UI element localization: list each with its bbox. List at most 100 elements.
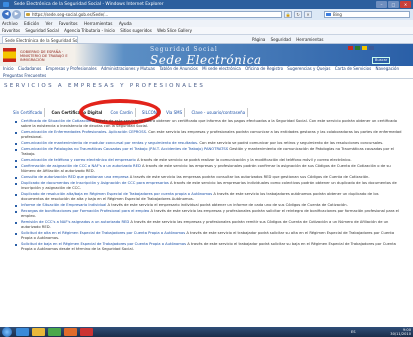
nav-tablon[interactable]: Tablón de Anuncios [159,66,198,71]
safety-menu[interactable]: Seguridad [271,37,291,42]
flag-ca-icon[interactable] [362,46,367,50]
flag-eu-icon[interactable] [355,46,360,50]
menu-item-edicion[interactable]: Edición [24,21,39,26]
favorite-link[interactable]: Seguridad Social [25,28,59,33]
favorites-button[interactable]: Favoritos [2,28,20,33]
service-description: A través de este servicio el empresario … [107,203,348,207]
nav-carta[interactable]: Carta de Servicios [335,66,371,71]
service-link[interactable]: Solicitud de baja en el Régimen Especial… [21,242,186,246]
menu-item-ver[interactable]: Ver [46,21,53,26]
media-taskbar-icon[interactable] [48,328,61,336]
ie-icon [3,2,9,7]
stop-icon[interactable]: ✕ [304,11,312,18]
service-link[interactable]: Solicitud de alta en el Régimen Especial… [21,231,185,235]
nav-faq[interactable]: Preguntas Frecuentes [3,73,46,78]
site-title: Seguridad Social [150,46,218,53]
service-link[interactable]: Duplicado de resolución alta/baja en Rég… [21,192,212,196]
service-link[interactable]: Consulta de autorización RED que gestion… [21,175,129,179]
favorite-link[interactable]: Agencia Tributaria - Inicio [64,28,115,33]
window-controls: – □ ✕ [376,1,411,8]
tab-clave[interactable]: Clave - usuario/contraseña [189,108,249,117]
start-button[interactable] [2,327,12,337]
tab-sin-certificado[interactable]: Sin Certificado [11,108,46,117]
nav-empresas[interactable]: Empresas y Profesionales [46,66,97,71]
menu-bar: Archivo Edición Ver Favoritos Herramient… [0,20,413,27]
back-button[interactable]: ◀ [2,10,11,19]
ie-taskbar-icon[interactable] [16,328,29,336]
service-link[interactable]: Comunicación de mantenimiento de modular… [21,141,198,145]
spain-coat-of-arms-icon [3,48,16,62]
menu-item-archivo[interactable]: Archivo [2,21,18,26]
site-banner: GOBIERNO DE ESPAÑA · MINISTERIO DE TRABA… [0,44,413,66]
service-link[interactable]: Remisión de CCC's a NAF's asignados a un… [21,220,129,224]
nav-sugerencias[interactable]: Sugerencias y Quejas [287,66,330,71]
flag-es-icon[interactable] [348,46,353,50]
favorite-link[interactable]: Web Slice Gallery [157,28,192,33]
service-list: Certificado de Situación de Cotización A… [15,119,402,299]
service-description: A través de este servicio se podrá reali… [136,158,352,162]
menu-item-herramientas[interactable]: Herramientas [84,21,113,26]
refresh-icon[interactable]: ↻ [294,11,302,18]
nav-administraciones[interactable]: Administraciones y Mutuas [101,66,155,71]
list-item: Recargas de bonificaciones por Formación… [15,209,402,219]
address-actions: 🔒 ↻ ✕ [284,11,312,18]
firefox-taskbar-icon[interactable] [64,328,77,336]
app-taskbar-icon[interactable] [80,328,93,336]
list-item: Comunicación de Enfermedades Profesional… [15,130,402,140]
list-item: Certificado de Situación de Cotización A… [15,119,402,129]
list-item: Comunicación de Patologías no Traumática… [15,147,402,157]
taskbar: ES 9:00 30/11/2010 [0,327,413,337]
flag-en-icon[interactable] [369,46,374,50]
service-description: Con este servicio se podrá comunicar por… [199,141,384,145]
lock-icon[interactable]: 🔒 [284,11,292,18]
explorer-taskbar-icon[interactable] [32,328,45,336]
clock-date: 30/11/2010 [390,332,411,336]
menu-item-favoritos[interactable]: Favoritos [59,21,78,26]
site-subtitle: Sede Electrónica [150,53,262,66]
browser-window: Sede Electrónica de la Seguridad Social … [0,0,413,337]
browser-tab[interactable]: Sede Electrónica de la Seguridad Social [2,36,78,43]
title-bar: Sede Electrónica de la Seguridad Social … [0,0,413,9]
service-link[interactable]: Comunicación de teléfono y correo electr… [21,158,136,162]
list-item: Solicitud de alta en el Régimen Especial… [15,231,402,241]
service-link[interactable]: Comunicación de Enfermedades Profesional… [21,130,147,134]
system-clock[interactable]: 9:00 30/11/2010 [390,328,411,336]
service-tabs: Sin Certificado Con Certificado Digital … [0,108,413,117]
language-indicator[interactable]: ES [351,330,356,334]
service-link[interactable]: Recargas de bonificaciones por Formación… [21,209,149,213]
banner-search-button[interactable]: Buscar [372,57,391,64]
site-navigation: Inicio Ciudadanos Empresas y Profesional… [0,66,413,79]
favorites-bar: Favoritos Seguridad Social Agencia Tribu… [0,27,413,35]
nav-navegacion[interactable]: Navegación [375,66,399,71]
minimize-button[interactable]: – [376,1,387,8]
nav-mi-sede[interactable]: Mi sede electrónica [202,66,241,71]
list-item: Duplicado de documentos de Inscripción y… [15,181,402,191]
url-field[interactable]: https://sede.seg-social.gob.es/Sede/... [24,11,282,18]
nav-registro[interactable]: Oficina de Registro [245,66,283,71]
page-menu[interactable]: Página [252,37,265,42]
window-title: Sede Electrónica de la Seguridad Social … [14,2,164,7]
nav-inicio[interactable]: Inicio [3,66,14,71]
list-item: Comunicación de mantenimiento de modular… [15,141,402,146]
menu-item-ayuda[interactable]: Ayuda [119,21,132,26]
favorite-link[interactable]: Sitios sugeridos [120,28,152,33]
service-description: A través de este servicio las empresas p… [129,175,370,179]
list-item: Confirmación de asignación de CCC a NAF'… [15,164,402,174]
forward-button[interactable]: ▶ [12,10,21,19]
close-button[interactable]: ✕ [400,1,411,8]
maximize-button[interactable]: □ [388,1,399,8]
nav-ciudadanos[interactable]: Ciudadanos [18,66,42,71]
service-link[interactable]: Duplicado de documentos de Inscripción y… [21,181,169,185]
tools-menu[interactable]: Herramientas [296,37,323,42]
search-input[interactable]: Bing [324,11,410,18]
service-link[interactable]: Certificado de Situación de Cotización [21,119,91,123]
service-link[interactable]: Confirmación de asignación de CCC a NAF'… [21,164,141,168]
service-link[interactable]: Informe de Situación de Empresario Indiv… [21,203,106,207]
list-item: Solicitud de baja en el Régimen Especial… [15,242,402,252]
list-item: Informe de Situación de Empresario Indiv… [15,203,402,208]
tab-sms[interactable]: Vía SMS [164,108,186,117]
address-bar: ◀ ▶ https://sede.seg-social.gob.es/Sede/… [0,9,413,20]
list-item: Comunicación de teléfono y correo electr… [15,158,402,163]
list-item: Duplicado de resolución alta/baja en Rég… [15,192,402,202]
service-link[interactable]: Comunicación de Patologías no Traumática… [21,147,228,151]
